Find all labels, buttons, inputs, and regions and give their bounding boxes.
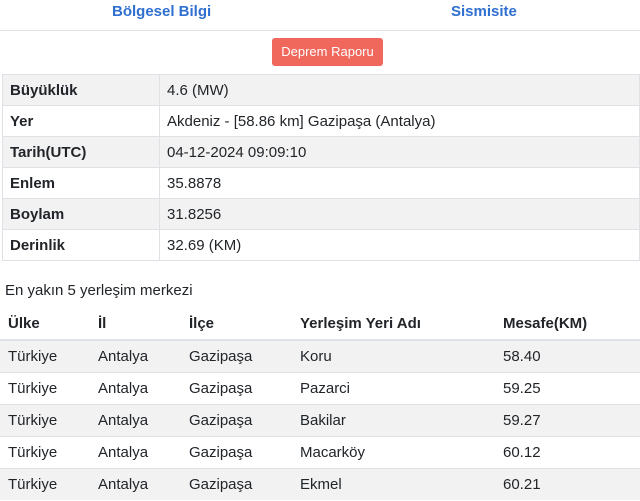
cell-country: Türkiye [0,435,90,468]
cell-district: Gazipaşa [181,339,292,372]
nearby-settlements-title: En yakın 5 yerleşim merkezi [5,282,193,299]
info-label: Büyüklük [2,74,160,106]
info-value: Akdeniz - [58.86 km] Gazipaşa (Antalya) [159,105,640,137]
info-row-latitude: Enlem 35.8878 [2,167,640,199]
column-header-district: İlçe [181,307,292,341]
cell-province: Antalya [90,467,181,500]
table-row: Türkiye Antalya Gazipaşa Macarköy 60.12 [0,435,640,468]
cell-province: Antalya [90,339,181,372]
info-label: Enlem [2,167,160,199]
cell-settlement: Koru [292,339,495,372]
tab-regional-info[interactable]: Bölgesel Bilgi [112,3,211,20]
earthquake-report-button[interactable]: Deprem Raporu [272,38,383,66]
table-row: Türkiye Antalya Gazipaşa Bakilar 59.27 [0,403,640,436]
cell-province: Antalya [90,435,181,468]
cell-province: Antalya [90,371,181,404]
column-header-settlement: Yerleşim Yeri Adı [292,307,495,341]
earthquake-info-table: Büyüklük 4.6 (MW) Yer Akdeniz - [58.86 k… [2,74,640,261]
column-header-distance: Mesafe(KM) [495,307,640,341]
info-value: 32.69 (KM) [159,229,640,261]
info-value: 35.8878 [159,167,640,199]
cell-distance: 58.40 [495,339,640,372]
cell-district: Gazipaşa [181,435,292,468]
info-label: Yer [2,105,160,137]
info-label: Boylam [2,198,160,230]
column-header-province: İl [90,307,181,341]
info-value: 04-12-2024 09:09:10 [159,136,640,168]
cell-district: Gazipaşa [181,403,292,436]
tab-seismicity[interactable]: Sismisite [451,3,517,20]
info-row-date: Tarih(UTC) 04-12-2024 09:09:10 [2,136,640,168]
cell-province: Antalya [90,403,181,436]
nearby-settlements-table: Ülke İl İlçe Yerleşim Yeri Adı Mesafe(KM… [0,307,640,500]
cell-distance: 59.25 [495,371,640,404]
info-row-depth: Derinlik 32.69 (KM) [2,229,640,261]
table-header-row: Ülke İl İlçe Yerleşim Yeri Adı Mesafe(KM… [0,307,640,341]
info-label: Tarih(UTC) [2,136,160,168]
cell-settlement: Ekmel [292,467,495,500]
column-header-country: Ülke [0,307,90,341]
info-value: 31.8256 [159,198,640,230]
table-row: Türkiye Antalya Gazipaşa Koru 58.40 [0,339,640,372]
info-label: Derinlik [2,229,160,261]
cell-country: Türkiye [0,339,90,372]
cell-district: Gazipaşa [181,467,292,500]
tab-bar: Bölgesel Bilgi Sismisite [0,0,640,31]
table-row: Türkiye Antalya Gazipaşa Pazarci 59.25 [0,371,640,404]
info-value: 4.6 (MW) [159,74,640,106]
cell-country: Türkiye [0,371,90,404]
cell-settlement: Bakilar [292,403,495,436]
cell-distance: 60.21 [495,467,640,500]
cell-distance: 59.27 [495,403,640,436]
cell-country: Türkiye [0,403,90,436]
info-row-location: Yer Akdeniz - [58.86 km] Gazipaşa (Antal… [2,105,640,137]
table-row: Türkiye Antalya Gazipaşa Ekmel 60.21 [0,467,640,500]
info-row-magnitude: Büyüklük 4.6 (MW) [2,74,640,106]
cell-settlement: Macarköy [292,435,495,468]
cell-country: Türkiye [0,467,90,500]
info-row-longitude: Boylam 31.8256 [2,198,640,230]
cell-district: Gazipaşa [181,371,292,404]
cell-settlement: Pazarci [292,371,495,404]
cell-distance: 60.12 [495,435,640,468]
